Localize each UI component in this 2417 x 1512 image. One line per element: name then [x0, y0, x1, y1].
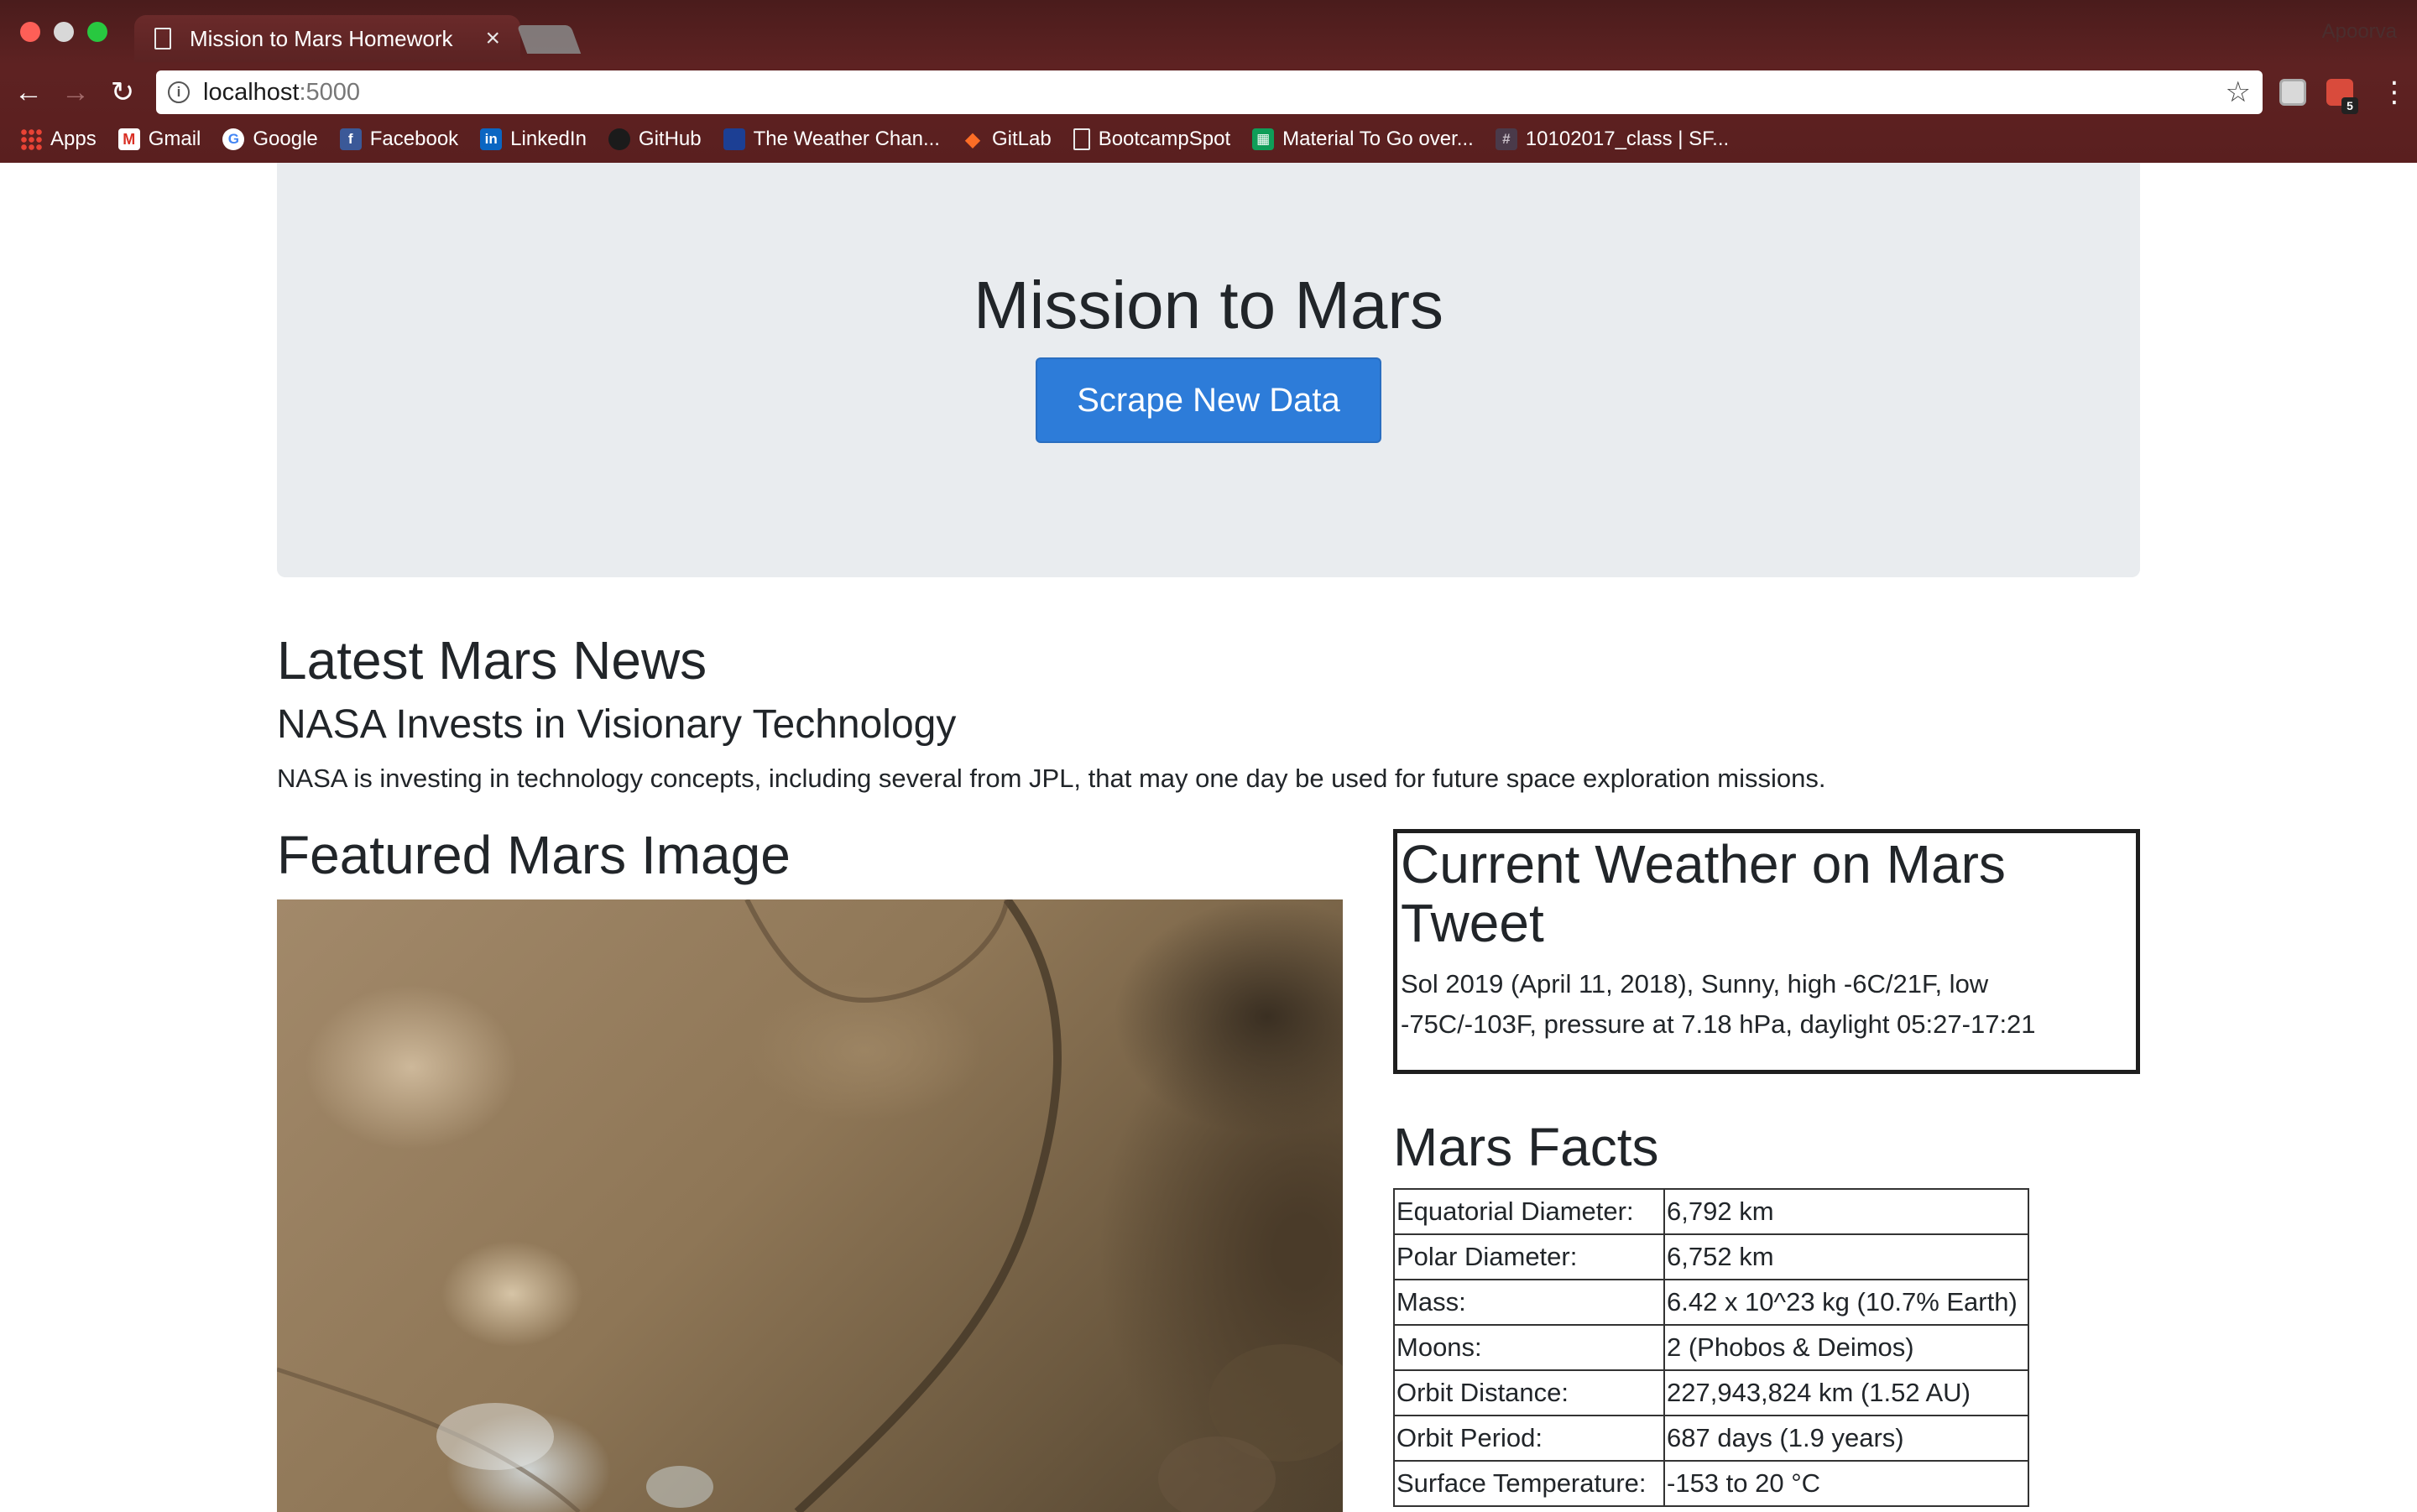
bookmark-apps[interactable]: Apps — [20, 128, 97, 151]
fact-value: 6,792 km — [1663, 1188, 2029, 1235]
weather-channel-icon — [723, 128, 745, 150]
forward-icon[interactable]: → — [59, 76, 92, 109]
fact-key: Mass: — [1393, 1279, 1665, 1326]
bookmark-label: Facebook — [369, 128, 459, 150]
bookmark-label: Apps — [50, 128, 97, 150]
scrape-new-data-button[interactable]: Scrape New Data — [1036, 357, 1381, 443]
weather-tweet-text: Sol 2019 (April 11, 2018), Sunny, high -… — [1401, 969, 2036, 1039]
table-row: Orbit Distance: 227,943,824 km (1.52 AU) — [1393, 1369, 2029, 1416]
fact-key: Orbit Distance: — [1393, 1369, 1665, 1416]
back-icon[interactable]: ← — [12, 76, 45, 109]
facebook-icon: f — [339, 128, 362, 150]
bookmark-material[interactable]: ▦ Material To Go over... — [1252, 128, 1474, 151]
mars-facts-heading: Mars Facts — [1393, 1117, 1659, 1177]
fact-key: Orbit Period: — [1393, 1415, 1665, 1462]
new-tab-button[interactable] — [516, 25, 582, 54]
browser-menu-icon[interactable]: ⋮ — [2380, 76, 2409, 109]
fact-key: Surface Temperature: — [1393, 1460, 1665, 1507]
table-row: Orbit Period: 687 days (1.9 years) — [1393, 1415, 2029, 1462]
fact-key: Polar Diameter: — [1393, 1233, 1665, 1280]
bookmark-class-slack[interactable]: # 10102017_class | SF... — [1495, 128, 1730, 151]
table-row: Equatorial Diameter: 6,792 km — [1393, 1188, 2029, 1235]
google-icon: G — [222, 128, 245, 150]
address-bar[interactable]: i localhost:5000 ☆ — [156, 70, 2263, 114]
bookmark-label: GitHub — [638, 128, 702, 150]
table-row: Moons: 2 (Phobos & Deimos) — [1393, 1324, 2029, 1371]
news-title: NASA Invests in Visionary Technology — [277, 702, 957, 747]
extension-badge: 5 — [2341, 97, 2358, 114]
tab-title: Mission to Mars Homework — [190, 25, 453, 51]
browser-tab[interactable]: Mission to Mars Homework × — [134, 15, 520, 62]
bookmark-label: Google — [253, 128, 318, 150]
document-icon — [1073, 128, 1090, 150]
fact-value: 687 days (1.9 years) — [1663, 1415, 2029, 1462]
reload-icon[interactable]: ↻ — [106, 76, 139, 109]
gitlab-icon: ◆ — [964, 128, 981, 151]
profile-name[interactable]: Apoorva — [2322, 20, 2397, 44]
news-paragraph: NASA is investing in technology concepts… — [277, 764, 1826, 793]
fact-key: Moons: — [1393, 1324, 1665, 1371]
zoom-window-button[interactable] — [87, 22, 107, 42]
bookmark-label: GitLab — [991, 128, 1052, 150]
bookmarks-bar: Apps M Gmail G Google f Facebook in Link… — [0, 122, 2417, 157]
fact-value: -153 to 20 °C — [1663, 1460, 2029, 1507]
bookmark-label: Gmail — [148, 128, 201, 150]
fact-key: Equatorial Diameter: — [1393, 1188, 1665, 1235]
fact-value: 6.42 x 10^23 kg (10.7% Earth) — [1663, 1279, 2029, 1326]
featured-mars-image — [277, 899, 1343, 1512]
weather-heading-line1: Current Weather on Mars — [1401, 834, 2006, 894]
mars-facts-table: Equatorial Diameter: 6,792 km Polar Diam… — [1393, 1188, 2029, 1507]
sheets-icon: ▦ — [1252, 128, 1275, 150]
page-content: Mission to Mars Scrape New Data Latest M… — [0, 163, 2417, 1512]
url-port: :5000 — [299, 78, 361, 106]
bookmark-bootcampspot[interactable]: BootcampSpot — [1073, 128, 1230, 151]
table-row: Mass: 6.42 x 10^23 kg (10.7% Earth) — [1393, 1279, 2029, 1326]
fact-value: 2 (Phobos & Deimos) — [1663, 1324, 2029, 1371]
weather-card: Current Weather on Mars Tweet Sol 2019 (… — [1393, 829, 2140, 1074]
apps-grid-icon — [20, 128, 42, 150]
table-row: Surface Temperature: -153 to 20 °C — [1393, 1460, 2029, 1507]
extension-icon[interactable] — [2279, 79, 2306, 106]
slack-hash-icon: # — [1495, 128, 1517, 150]
bookmark-google[interactable]: G Google — [222, 128, 318, 151]
bookmark-label: 10102017_class | SF... — [1525, 128, 1730, 150]
bookmark-label: BootcampSpot — [1098, 128, 1231, 150]
fact-value: 6,752 km — [1663, 1233, 2029, 1280]
site-info-icon[interactable]: i — [168, 81, 190, 103]
bookmark-facebook[interactable]: f Facebook — [339, 128, 459, 151]
minimize-window-button[interactable] — [54, 22, 74, 42]
gmail-icon: M — [117, 128, 140, 150]
bookmark-github[interactable]: GitHub — [608, 128, 702, 151]
browser-chrome: Mission to Mars Homework × Apoorva ← → ↻… — [0, 0, 2417, 163]
browser-toolbar: ← → ↻ i localhost:5000 ☆ 5 ⋮ — [0, 67, 2417, 117]
bookmark-weather-channel[interactable]: The Weather Chan... — [723, 128, 940, 151]
jumbotron: Mission to Mars Scrape New Data — [277, 163, 2140, 577]
weather-heading-line2: Tweet — [1401, 893, 1544, 953]
latest-news-heading: Latest Mars News — [277, 630, 707, 691]
linkedin-icon: in — [480, 128, 503, 150]
bookmark-gitlab[interactable]: ◆ GitLab — [962, 128, 1052, 151]
bookmark-gmail[interactable]: M Gmail — [117, 128, 201, 151]
page-title: Mission to Mars — [973, 268, 1444, 342]
bookmark-star-icon[interactable]: ☆ — [2226, 76, 2251, 109]
page-icon — [154, 28, 171, 50]
close-tab-icon[interactable]: × — [485, 24, 500, 53]
window-controls — [20, 22, 107, 42]
close-window-button[interactable] — [20, 22, 40, 42]
weather-heading: Current Weather on Mars Tweet — [1401, 835, 2136, 952]
bookmark-label: LinkedIn — [510, 128, 587, 150]
bookmark-linkedin[interactable]: in LinkedIn — [480, 128, 587, 151]
bookmark-label: Material To Go over... — [1282, 128, 1474, 150]
github-icon — [608, 128, 630, 150]
featured-image-heading: Featured Mars Image — [277, 825, 791, 885]
table-row: Polar Diameter: 6,752 km — [1393, 1233, 2029, 1280]
url-host: localhost — [203, 78, 300, 106]
bookmark-label: The Weather Chan... — [753, 128, 940, 150]
fact-value: 227,943,824 km (1.52 AU) — [1663, 1369, 2029, 1416]
